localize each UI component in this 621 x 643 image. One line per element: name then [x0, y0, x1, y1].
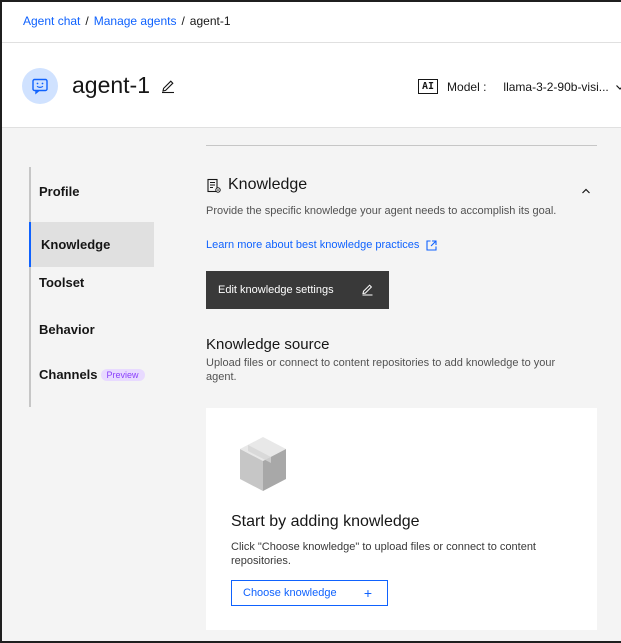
choose-knowledge-button[interactable]: Choose knowledge + [231, 580, 388, 606]
section-divider [206, 145, 597, 146]
knowledge-title: Knowledge [228, 176, 308, 193]
model-label: Model : [447, 79, 487, 94]
knowledge-source-description: Upload files or connect to content repos… [206, 357, 556, 383]
sidebar-item-label: Behavior [39, 322, 95, 337]
agent-avatar [22, 68, 58, 104]
sidebar-item-channels[interactable]: Channels Preview [29, 352, 154, 397]
sidebar-item-profile[interactable]: Profile [29, 169, 154, 214]
sidebar-item-label: Profile [39, 184, 80, 199]
breadcrumb: Agent chat / Manage agents / agent-1 [23, 14, 231, 28]
cube-illustration-icon [240, 437, 286, 491]
empty-state-description: Click "Choose knowledge" to upload files… [231, 541, 536, 567]
chat-bot-icon [32, 78, 48, 95]
edit-knowledge-settings-button[interactable]: Edit knowledge settings [206, 271, 389, 309]
header-divider [2, 42, 621, 43]
external-link-icon [426, 239, 437, 251]
pencil-icon[interactable] [160, 78, 176, 94]
pencil-icon [362, 284, 373, 296]
knowledge-description: Provide the specific knowledge your agen… [206, 205, 557, 217]
app-frame: Agent chat / Manage agents / agent-1 agent-1… [0, 0, 621, 643]
breadcrumb-current: agent-1 [189, 14, 231, 28]
sidebar-item-label: Knowledge [41, 237, 111, 252]
breadcrumb-separator: / [85, 14, 89, 28]
chevron-down-icon[interactable] [615, 82, 621, 92]
knowledge-icon [207, 178, 221, 193]
sidebar-item-toolset[interactable]: Toolset [29, 260, 154, 305]
chevron-up-icon[interactable] [580, 185, 592, 197]
ai-badge: AI [418, 79, 439, 94]
breadcrumb-separator: / [181, 14, 185, 28]
knowledge-source-title: Knowledge source [206, 336, 330, 353]
sidebar-item-behavior[interactable]: Behavior [29, 307, 154, 352]
breadcrumb-agent-chat[interactable]: Agent chat [23, 14, 80, 28]
choose-knowledge-label: Choose knowledge [243, 587, 337, 599]
model-selector[interactable]: AI Model : llama-3-2-90b-visi... [418, 79, 621, 94]
breadcrumb-manage-agents[interactable]: Manage agents [94, 14, 177, 28]
edit-knowledge-label: Edit knowledge settings [218, 284, 334, 296]
preview-tag: Preview [100, 368, 145, 381]
sidebar-item-label: Toolset [39, 275, 85, 290]
knowledge-practices-link[interactable]: Learn more about best knowledge practice… [206, 239, 437, 251]
page-header: Agent chat / Manage agents / agent-1 agent-1… [2, 2, 621, 128]
empty-state-card: Start by adding knowledge Click "Choose … [206, 408, 597, 630]
agent-name: agent-1 [72, 72, 151, 98]
plus-icon: + [363, 585, 372, 601]
knowledge-link-label: Learn more about best knowledge practice… [206, 239, 420, 251]
model-value[interactable]: llama-3-2-90b-visi... [503, 80, 608, 94]
empty-state-title: Start by adding knowledge [231, 513, 420, 530]
sidebar-nav: Profile Knowledge Toolset Behavior Chann… [29, 167, 154, 407]
sidebar-item-label: Channels [39, 367, 98, 382]
